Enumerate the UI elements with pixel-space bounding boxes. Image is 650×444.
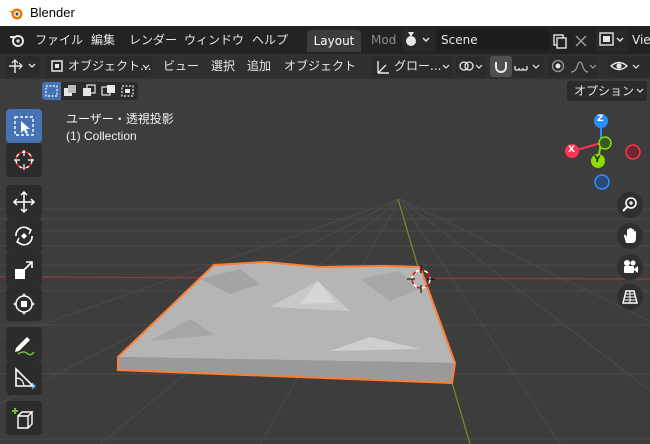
toggle-perspective-button[interactable] xyxy=(617,284,643,310)
tab-layout-label: Layout xyxy=(313,34,355,48)
transform-icon xyxy=(13,293,35,315)
3d-viewport[interactable]: オプション ユーザー・透視投影 (1) Collection Z X Y xyxy=(0,79,650,444)
zoom-view-button[interactable] xyxy=(617,192,643,218)
view-layer-name[interactable]: Vie xyxy=(632,26,650,54)
magnet-icon xyxy=(495,62,507,73)
add-cube-icon xyxy=(12,408,34,429)
editor-type-dropdown[interactable] xyxy=(6,56,40,77)
delete-scene-icon[interactable] xyxy=(574,26,588,54)
visibility-dropdown[interactable] xyxy=(608,56,650,77)
falloff-dropdown[interactable] xyxy=(568,56,598,77)
tool-annotate[interactable] xyxy=(6,327,42,361)
gizmo-x-label[interactable]: X xyxy=(568,145,575,155)
tab-layout[interactable]: Layout xyxy=(307,30,361,52)
menu-view[interactable]: ビュー xyxy=(163,54,199,79)
window-title-bar: Blender xyxy=(0,0,650,26)
tool-select-box[interactable] xyxy=(6,109,42,143)
select-intersect-icon xyxy=(121,85,134,97)
move-arrows-icon xyxy=(12,190,36,214)
chevron-down-icon xyxy=(636,88,644,93)
options-label: オプション xyxy=(574,84,635,98)
menu-window[interactable]: ウィンドウ xyxy=(184,26,244,54)
pan-view-button[interactable] xyxy=(617,223,643,249)
object-mode-icon xyxy=(51,60,63,72)
tool-transform[interactable] xyxy=(6,287,42,321)
blender-logo-icon xyxy=(8,5,24,24)
select-subtract-icon xyxy=(83,84,96,96)
collection-label: (1) Collection xyxy=(66,129,137,143)
scene-selector-button[interactable] xyxy=(402,29,434,51)
axes-editor-icon xyxy=(9,59,36,73)
eye-icon xyxy=(609,61,640,71)
pencil-icon xyxy=(15,337,35,356)
perspective-grid-icon xyxy=(622,290,638,304)
pivot-point-dropdown[interactable] xyxy=(456,56,486,77)
tool-scale[interactable] xyxy=(6,253,42,287)
scale-icon xyxy=(15,261,33,279)
top-bar: ファイル 編集 レンダー ウィンドウ ヘルプ Layout Mod · Scen… xyxy=(0,26,650,54)
menu-render[interactable]: レンダー xyxy=(129,26,177,54)
chevron-down-icon xyxy=(142,64,150,69)
select-intersect-button[interactable] xyxy=(118,82,138,100)
window-title: Blender xyxy=(30,5,75,20)
viewport-header: オブジェクト... ビュー 選択 追加 オブジェクト グロー... xyxy=(0,54,650,79)
tool-cursor[interactable] xyxy=(6,143,42,177)
camera-view-button[interactable] xyxy=(617,254,643,280)
scene-name: Scene xyxy=(441,33,478,47)
pivot-point-icon xyxy=(459,61,483,71)
mode-dropdown[interactable]: オブジェクト... xyxy=(46,56,152,77)
chevron-down-icon xyxy=(442,64,450,69)
ruler-icon xyxy=(15,367,36,390)
selection-mode-group xyxy=(42,82,138,100)
orientation-dropdown[interactable]: グロー... xyxy=(372,56,452,77)
tool-move[interactable] xyxy=(6,185,42,219)
snap-toggle[interactable] xyxy=(490,56,512,77)
hand-icon xyxy=(624,228,636,243)
menu-edit[interactable]: 編集 xyxy=(91,26,115,54)
gizmo-y-label[interactable]: Y xyxy=(594,155,601,165)
zoom-magnifier-icon xyxy=(622,197,637,212)
snap-increment-icon xyxy=(514,64,540,71)
snap-target-dropdown[interactable] xyxy=(512,56,544,77)
transform-orientation-icon xyxy=(377,61,389,74)
select-new-icon xyxy=(45,85,58,97)
tab-modeling-ellipsis: · xyxy=(392,33,396,47)
tool-add-cube[interactable] xyxy=(6,401,42,435)
menu-object[interactable]: オブジェクト xyxy=(284,54,356,79)
blender-menu-icon[interactable] xyxy=(8,26,26,54)
duplicate-scene-icon[interactable] xyxy=(552,26,568,54)
view-perspective-label: ユーザー・透視投影 xyxy=(66,112,174,126)
falloff-curve-icon xyxy=(570,61,597,73)
gizmo-z-label[interactable]: Z xyxy=(597,114,604,124)
proportional-editing-icon xyxy=(551,59,565,73)
cursor-crosshair-icon xyxy=(14,150,34,170)
select-extend-button[interactable] xyxy=(61,82,80,100)
orientation-label: グロー... xyxy=(394,59,442,73)
tool-measure[interactable] xyxy=(6,361,42,395)
view-layer-selector-button[interactable] xyxy=(596,29,628,51)
select-extend-icon xyxy=(64,85,76,96)
mode-label: オブジェクト... xyxy=(68,59,152,73)
rotate-icon xyxy=(15,226,33,246)
select-invert-icon xyxy=(101,85,115,96)
select-box-icon xyxy=(14,116,34,136)
menu-help[interactable]: ヘルプ xyxy=(252,26,288,54)
tool-rotate[interactable] xyxy=(6,219,42,253)
camera-icon xyxy=(624,260,638,273)
menu-select[interactable]: 選択 xyxy=(211,54,235,79)
view-layer-icon xyxy=(599,32,624,46)
select-new-button[interactable] xyxy=(42,82,61,100)
menu-file[interactable]: ファイル xyxy=(35,26,83,54)
select-subtract-button[interactable] xyxy=(80,82,99,100)
scene-name-field[interactable]: Scene xyxy=(437,29,549,51)
scene-icon xyxy=(406,32,430,46)
select-invert-button[interactable] xyxy=(99,82,118,100)
proportional-editing-toggle[interactable] xyxy=(548,56,568,77)
menu-add[interactable]: 追加 xyxy=(247,54,271,79)
options-dropdown[interactable]: オプション xyxy=(567,81,647,101)
